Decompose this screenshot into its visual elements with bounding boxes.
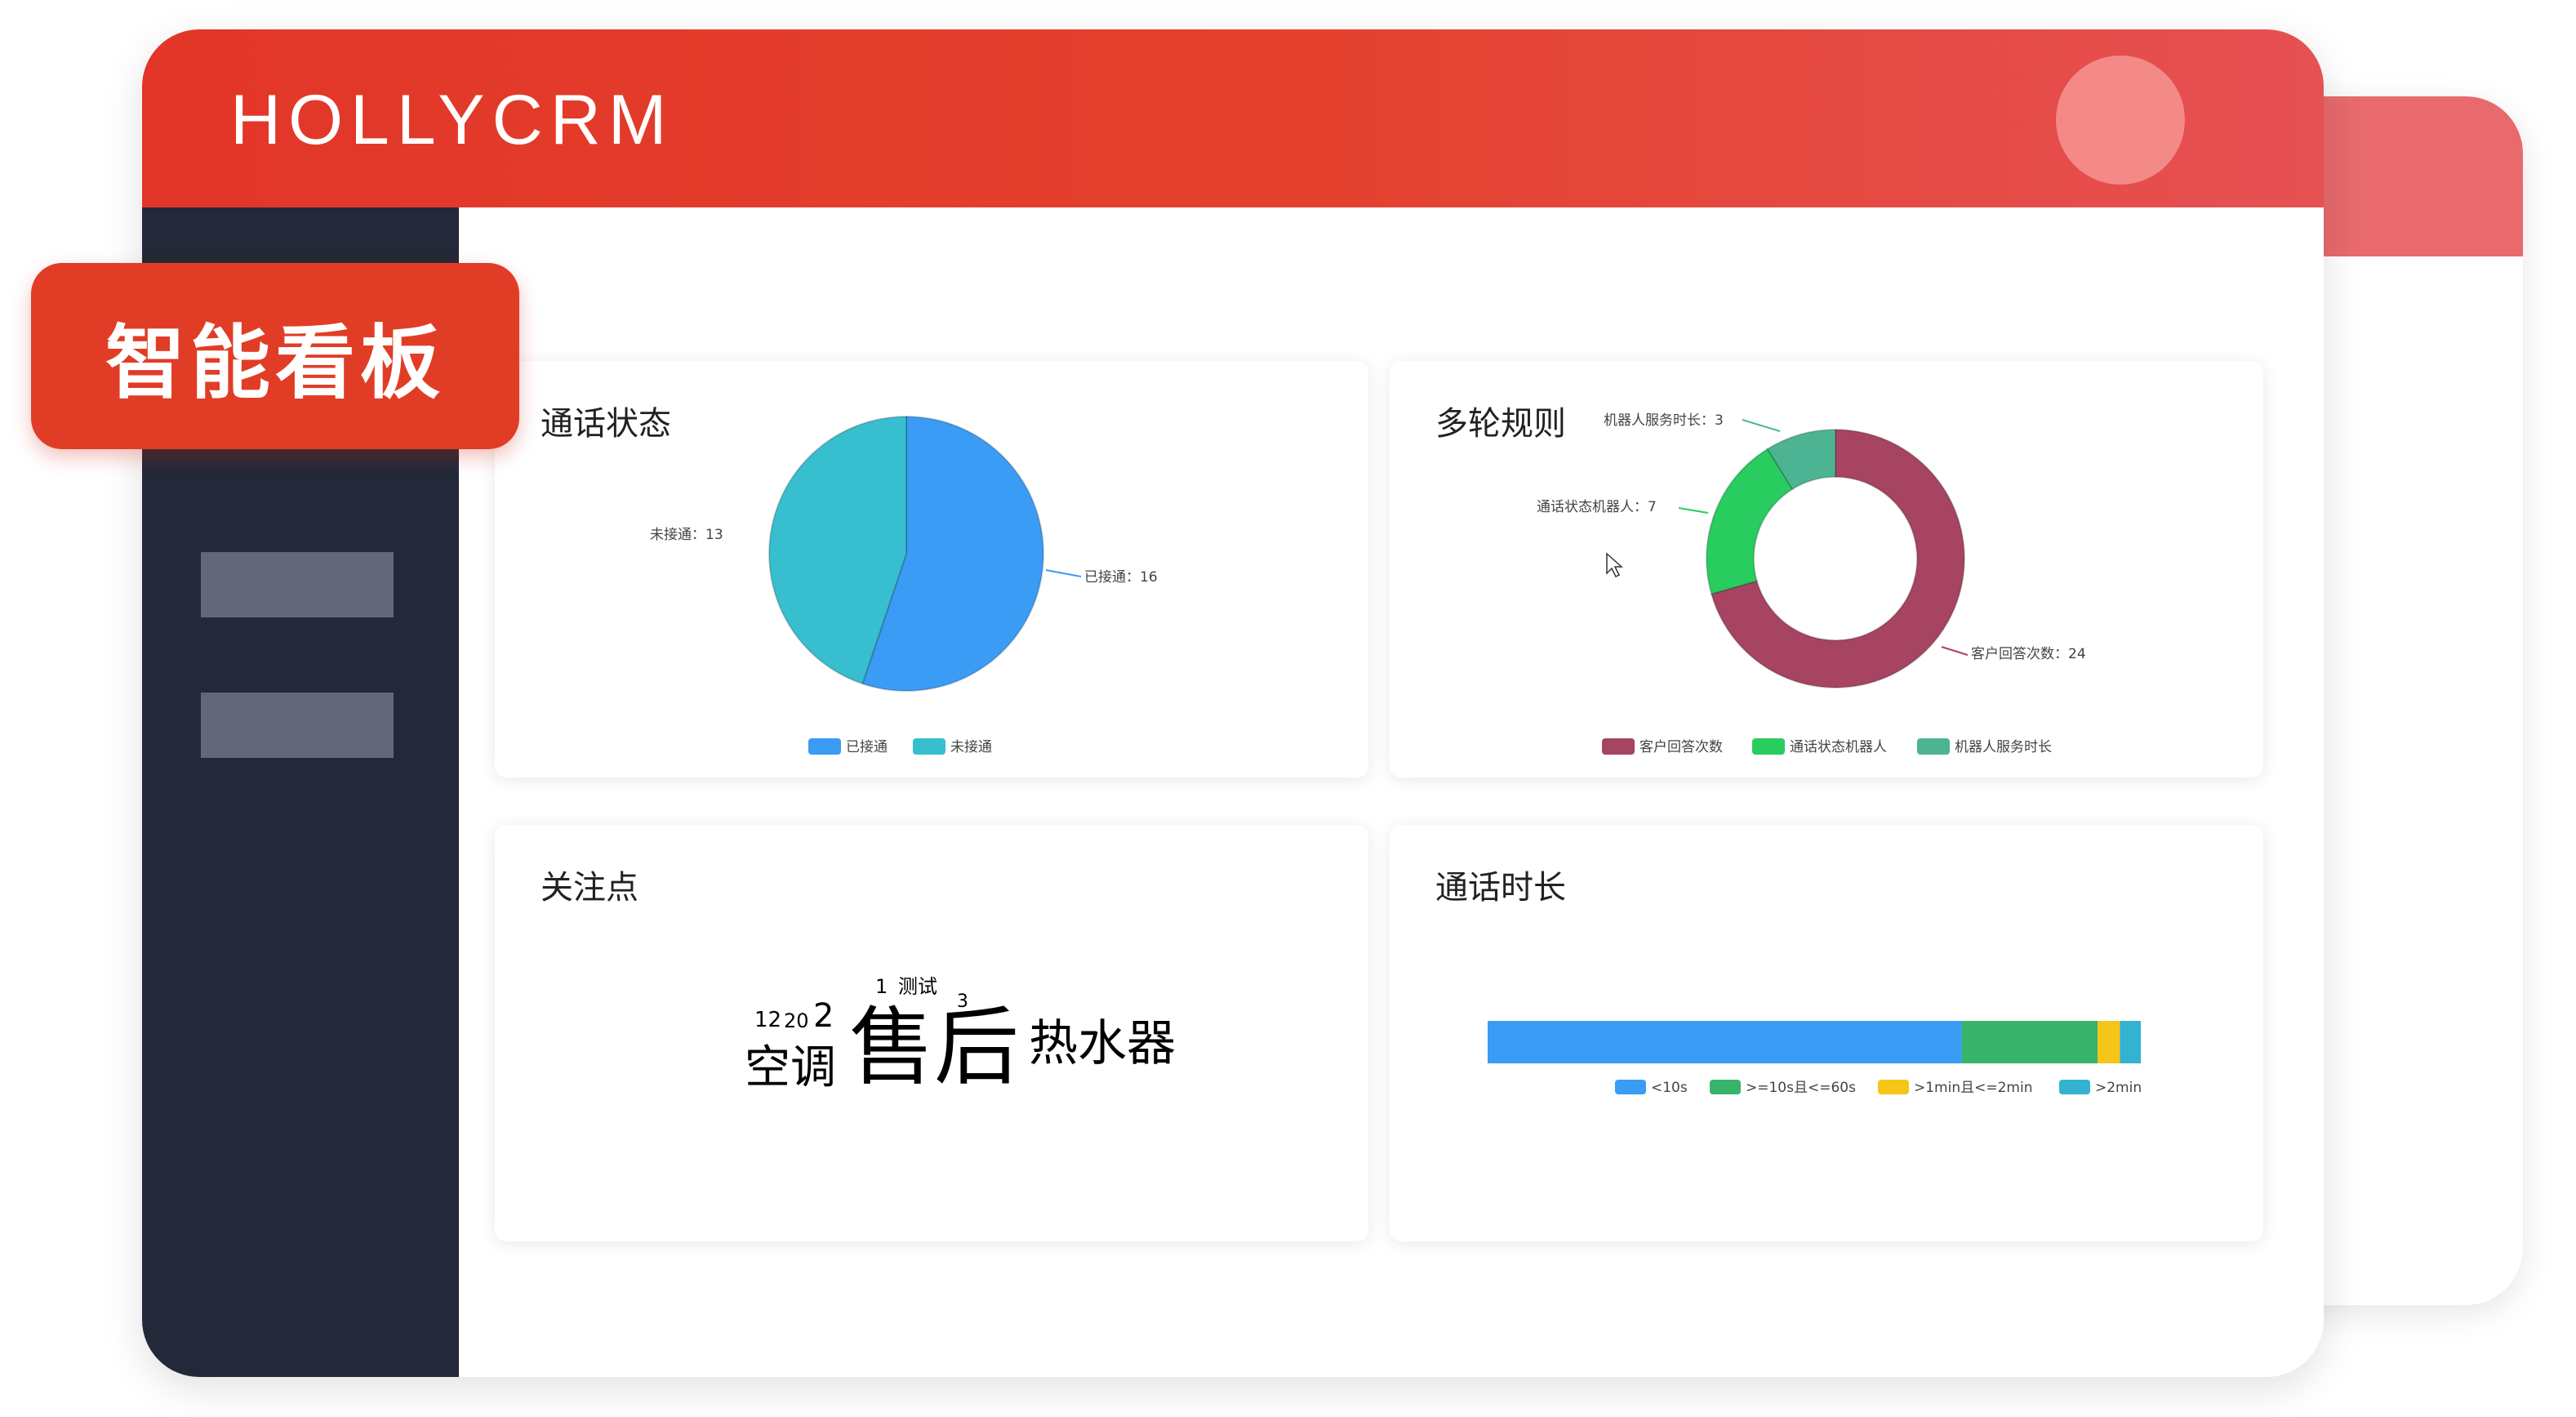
legend-label-lt10s[interactable]: <10s — [1651, 1080, 1688, 1096]
dashboard: 通话状态 未接通：13 已接通：16 已接通 未接通 多轮规则 机器人服务时长：… — [459, 207, 2324, 1377]
multi-round-slice-1[interactable] — [1706, 448, 1794, 595]
legend-label-gt2min[interactable]: >2min — [2095, 1080, 2142, 1096]
multi-round-card: 多轮规则 机器人服务时长：3 通话状态机器人：7 客户回答次数：24 客户回答次… — [1390, 361, 2263, 778]
legend-swatch-connected[interactable] — [808, 738, 841, 755]
mouse-cursor-icon — [1606, 552, 1623, 578]
label-line-service — [1742, 419, 1781, 432]
slice-label-connected: 已接通：16 — [1084, 569, 1158, 586]
slice-label-status: 通话状态机器人：7 — [1537, 499, 1657, 515]
duration-segment-0[interactable] — [1488, 1021, 1962, 1063]
legend-swatch-lt10s[interactable] — [1615, 1080, 1646, 1094]
slice-label-answers: 客户回答次数：24 — [1971, 646, 2086, 662]
word-3: 3 — [957, 991, 968, 1012]
word-air-conditioner: 空调 — [745, 1041, 836, 1094]
multi-round-chart: 机器人服务时长：3 通话状态机器人：7 客户回答次数：24 客户回答次数 通话状… — [1537, 412, 2086, 755]
legend-label-unconnected[interactable]: 未接通 — [950, 739, 992, 755]
duration-chart: <10s >=10s且<=60s >1min且<=2min >2min — [1488, 1021, 2142, 1096]
duration-segment-3[interactable] — [2120, 1021, 2141, 1063]
smart-board-badge: 智能看板 — [31, 263, 519, 449]
focus-title: 关注点 — [541, 869, 638, 907]
legend-label-connected[interactable]: 已接通 — [846, 739, 888, 755]
word-20: 20 — [784, 1009, 809, 1032]
duration-bar — [1488, 1021, 2141, 1063]
legend-label-service[interactable]: 机器人服务时长 — [1955, 739, 2052, 755]
focus-card: 关注点 售后 热水器 空调 12 20 2 1 测试 3 — [495, 825, 1368, 1241]
legend-swatch-10to60s[interactable] — [1710, 1080, 1741, 1094]
word-1: 1 — [875, 975, 888, 998]
slice-label-service: 机器人服务时长：3 — [1604, 412, 1724, 429]
sidebar-item-1[interactable] — [201, 552, 394, 617]
legend-swatch-answers[interactable] — [1602, 738, 1635, 755]
label-line-connected — [1045, 569, 1082, 577]
legend-swatch-status[interactable] — [1752, 738, 1785, 755]
duration-segment-2[interactable] — [2098, 1021, 2120, 1063]
multi-round-donut — [1706, 428, 1965, 688]
legend-label-answers[interactable]: 客户回答次数 — [1639, 739, 1723, 755]
header-bar: HOLLYCRM — [142, 29, 2324, 207]
sidebar-item-2[interactable] — [201, 693, 394, 758]
word-test: 测试 — [898, 975, 937, 998]
avatar[interactable] — [2056, 56, 2185, 185]
label-line-status — [1678, 507, 1709, 514]
legend-swatch-gt2min[interactable] — [2059, 1080, 2090, 1094]
slice-label-unconnected: 未接通：13 — [650, 527, 723, 543]
legend-label-1to2min[interactable]: >1min且<=2min — [1914, 1080, 2032, 1096]
legend-label-10to60s[interactable]: >=10s且<=60s — [1746, 1080, 1856, 1096]
brand-logo: HOLLYCRM — [230, 81, 674, 159]
call-status-card: 通话状态 未接通：13 已接通：16 已接通 未接通 — [495, 361, 1368, 778]
word-aftersales: 售后 — [849, 997, 1020, 1097]
call-status-pie — [768, 415, 1044, 692]
word-12: 12 — [754, 1008, 782, 1032]
smart-board-label: 智能看板 — [105, 317, 445, 410]
word-water-heater: 热水器 — [1029, 1015, 1176, 1072]
call-status-chart: 未接通：13 已接通：16 已接通 未接通 — [650, 415, 1158, 755]
legend-label-status[interactable]: 通话状态机器人 — [1790, 739, 1887, 755]
duration-card: 通话时长 <10s >=10s且<=60s >1min且<=2min >2min — [1390, 825, 2263, 1241]
word-2: 2 — [813, 997, 834, 1035]
legend-swatch-1to2min[interactable] — [1878, 1080, 1909, 1094]
label-line-answers — [1941, 646, 1969, 656]
legend-swatch-unconnected[interactable] — [913, 738, 945, 755]
app-window: HOLLYCRM 通话状态 未接通：13 已接通：16 已接通 未接通 多轮规则 — [142, 29, 2324, 1377]
duration-segment-1[interactable] — [1961, 1021, 2098, 1063]
legend-swatch-service[interactable] — [1917, 738, 1950, 755]
